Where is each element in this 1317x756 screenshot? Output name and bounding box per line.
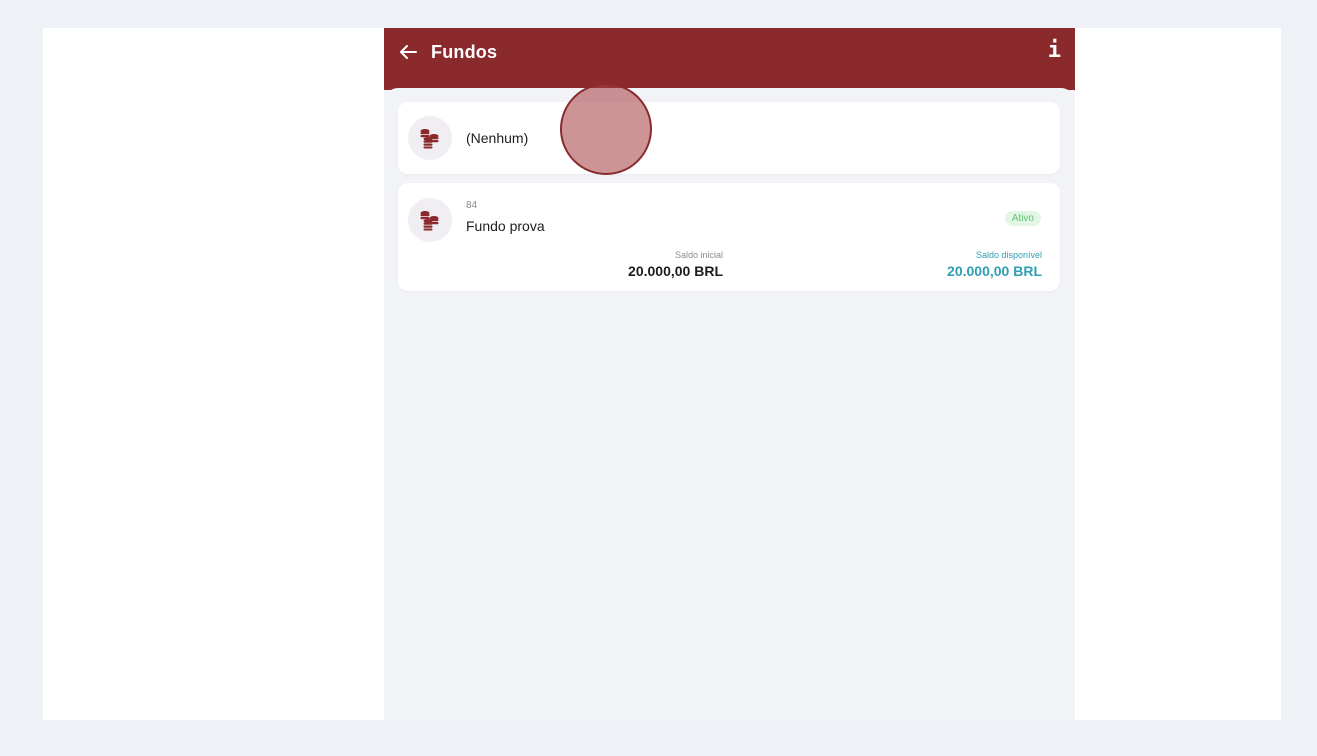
coins-icon [408, 198, 452, 242]
back-arrow-icon[interactable] [396, 40, 420, 64]
fund-card[interactable]: 84 Fundo prova Ativo Saldo inicial 20.00… [398, 183, 1060, 291]
coins-icon [408, 116, 452, 160]
page-title: Fundos [431, 42, 498, 62]
saldo-inicial-value: 20.000,00 BRL [628, 263, 723, 279]
fund-code: 84 [466, 200, 478, 211]
saldo-disponivel-label: Saldo disponível [975, 250, 1042, 260]
status-badge: Ativo [1004, 211, 1041, 226]
app-header: Fundos i [384, 28, 1075, 90]
info-button[interactable]: i [1048, 38, 1061, 63]
fund-name: Fundo prova [466, 218, 545, 234]
fund-name: (Nenhum) [466, 130, 529, 146]
fund-card-none[interactable]: (Nenhum) [398, 102, 1060, 174]
tap-indicator [560, 83, 652, 175]
app-screen: Fundos i (Nenhum) 84 Fundo prova Ativo S… [384, 28, 1075, 720]
saldo-inicial-label: Saldo inicial [674, 250, 723, 260]
fund-list: (Nenhum) 84 Fundo prova Ativo Saldo inic… [384, 88, 1075, 720]
saldo-disponivel-value: 20.000,00 BRL [947, 263, 1042, 279]
